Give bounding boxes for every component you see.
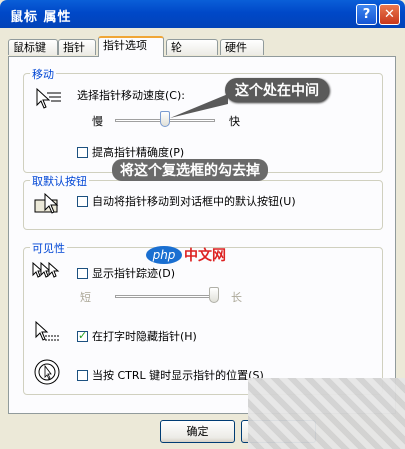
slow-label: 慢 [92, 115, 103, 128]
pointer-speed-icon [36, 87, 61, 109]
pointer-trails-icon [32, 261, 60, 278]
tab-pointer-options[interactable]: 指针选项 [98, 36, 164, 57]
snap-to-row[interactable]: 自动将指针移动到对话框中的默认按钮(U) [77, 193, 296, 209]
callout-pointer [170, 94, 228, 118]
pixelated-region [248, 378, 405, 449]
snap-to-checkbox[interactable] [77, 195, 88, 207]
watermark: php 中文网 [146, 245, 226, 265]
hide-while-typing-checkbox[interactable] [77, 329, 88, 342]
enhance-precision-checkbox[interactable] [77, 146, 88, 158]
close-button[interactable]: ✕ [379, 4, 400, 25]
watermark-logo: php [146, 246, 182, 264]
hide-pointer-icon [35, 320, 60, 341]
hide-while-typing-label: 在打字时隐藏指针(H) [92, 330, 197, 343]
show-location-icon [34, 359, 60, 385]
mouse-properties-window: 鼠标 属性 ? ✕ 鼠标键 指针 指针选项 轮 硬件 移动 选择指针移动速度(C… [0, 0, 405, 449]
hide-while-typing-row[interactable]: 在打字时隐藏指针(H) [77, 328, 197, 344]
window-title: 鼠标 属性 [10, 10, 72, 25]
long-label: 长 [231, 291, 242, 304]
callout-middle: 这个处在中间 [225, 78, 329, 102]
trails-slider-track[interactable] [115, 295, 219, 298]
snap-to-icon [34, 192, 59, 214]
snap-to-group-label: 取默认按钮 [30, 173, 89, 189]
visibility-group-label: 可见性 [30, 240, 67, 256]
tab-hardware[interactable]: 硬件 [220, 39, 264, 55]
ok-button[interactable]: 确定 [160, 420, 235, 443]
pointer-trails-label: 显示指针踪迹(D) [92, 267, 176, 280]
show-location-row[interactable]: 当按 CTRL 键时显示指针的位置(S) [77, 367, 264, 383]
title-bar[interactable]: 鼠标 属性 ? ✕ [0, 0, 405, 28]
tab-pointers[interactable]: 指针 [58, 39, 96, 55]
show-location-checkbox[interactable] [77, 369, 88, 381]
snap-to-label: 自动将指针移动到对话框中的默认按钮(U) [92, 195, 296, 208]
callout-uncheck: 将这个复选框的勾去掉 [112, 159, 268, 181]
short-label: 短 [80, 291, 91, 304]
pointer-trails-row[interactable]: 显示指针踪迹(D) [77, 265, 175, 281]
pointer-trails-checkbox[interactable] [77, 267, 88, 279]
trails-slider-thumb[interactable] [208, 287, 219, 303]
show-location-label: 当按 CTRL 键时显示指针的位置(S) [92, 369, 264, 382]
enhance-precision-row[interactable]: 提高指针精确度(P) [77, 144, 184, 160]
tab-buttons[interactable]: 鼠标键 [8, 39, 58, 55]
watermark-text: 中文网 [184, 248, 226, 264]
help-button[interactable]: ? [356, 4, 377, 25]
tab-wheel[interactable]: 轮 [166, 39, 218, 55]
motion-group-label: 移动 [30, 66, 56, 82]
enhance-precision-label: 提高指针精确度(P) [92, 146, 185, 159]
